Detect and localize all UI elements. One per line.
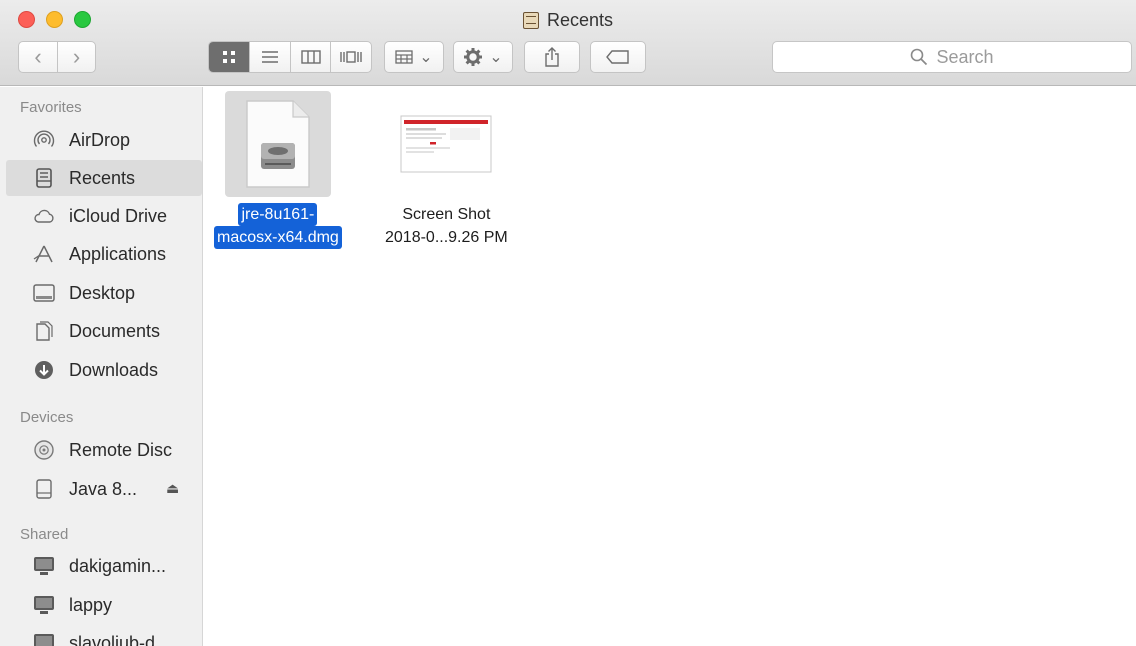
downloads-icon xyxy=(35,361,53,379)
file-name-line1: Screen Shot xyxy=(402,206,491,223)
window-title: Recents xyxy=(0,10,1136,31)
coverflow-icon xyxy=(340,51,362,63)
search-placeholder: Search xyxy=(936,46,994,67)
tag-icon xyxy=(606,50,629,64)
chevron-down-icon: ⌄ xyxy=(419,49,433,66)
action-button[interactable]: ⌄ xyxy=(453,41,513,73)
sidebar: Favorites AirDrop Recents iCloud Drive A… xyxy=(0,87,203,646)
title-toolbar-bar: Recents ‹ › ⌄ ⌄ Search xyxy=(0,0,1136,86)
sidebar-item-remote-disc[interactable]: Remote Disc xyxy=(6,432,202,468)
sidebar-item-label: Documents xyxy=(69,320,161,341)
file-thumbnail[interactable] xyxy=(224,91,331,197)
airdrop-icon xyxy=(33,130,55,147)
sidebar-item-documents[interactable]: Documents xyxy=(6,313,202,349)
dmg-file-icon xyxy=(246,100,310,188)
view-mode-control xyxy=(208,41,372,73)
gear-icon xyxy=(464,48,483,66)
sidebar-item-java-volume[interactable]: Java 8... ⏏ xyxy=(6,471,202,507)
list-view-button[interactable] xyxy=(249,42,290,72)
file-name-line1: jre-8u161- xyxy=(238,203,318,226)
sidebar-item-label: Java 8... xyxy=(69,478,138,499)
column-view-button[interactable] xyxy=(289,42,331,72)
file-name-line2: 2018-0...9.26 PM xyxy=(385,229,508,246)
file-thumbnail[interactable] xyxy=(393,91,499,197)
recents-icon xyxy=(36,168,52,188)
sidebar-item-lappy[interactable]: lappy xyxy=(6,587,202,623)
sidebar-item-applications[interactable]: Applications xyxy=(6,236,202,272)
file-name-line2: macosx-x64.dmg xyxy=(214,226,342,249)
sidebar-heading-favorites: Favorites xyxy=(20,99,82,116)
share-button[interactable] xyxy=(524,41,580,73)
arrange-grid-icon xyxy=(395,50,413,64)
applications-icon xyxy=(33,245,53,263)
file-item-screenshot[interactable]: Screen Shot 2018-0...9.26 PM xyxy=(382,91,511,249)
navigation-buttons: ‹ › xyxy=(18,41,96,73)
arrange-button[interactable]: ⌄ xyxy=(384,41,444,73)
search-input[interactable]: Search xyxy=(772,41,1132,73)
sidebar-item-dakigamin[interactable]: dakigamin... xyxy=(6,548,202,584)
sidebar-item-label: iCloud Drive xyxy=(69,205,168,226)
forward-button[interactable]: › xyxy=(56,42,95,72)
share-icon xyxy=(545,47,559,67)
drive-icon xyxy=(36,479,52,499)
sidebar-item-desktop[interactable]: Desktop xyxy=(6,275,202,311)
documents-icon xyxy=(36,321,53,341)
sidebar-item-label: dakigamin... xyxy=(69,555,167,576)
columns-icon xyxy=(301,50,321,64)
sidebar-item-slavoljub[interactable]: slavoljub-d... xyxy=(6,625,202,646)
sidebar-item-label: Desktop xyxy=(69,282,136,303)
sidebar-item-downloads[interactable]: Downloads xyxy=(6,352,202,388)
window-title-text: Recents xyxy=(546,10,614,30)
sidebar-item-recents[interactable]: Recents xyxy=(6,160,202,196)
tag-button[interactable] xyxy=(590,41,646,73)
file-item-dmg[interactable]: jre-8u161- macosx-x64.dmg xyxy=(214,91,342,249)
sidebar-item-label: Recents xyxy=(69,167,136,188)
sidebar-heading-devices: Devices xyxy=(20,409,74,426)
file-name[interactable]: jre-8u161- macosx-x64.dmg xyxy=(214,203,342,249)
back-button[interactable]: ‹ xyxy=(19,42,57,72)
list-icon xyxy=(262,51,279,63)
icon-view-button[interactable] xyxy=(209,42,250,72)
sidebar-item-airdrop[interactable]: AirDrop xyxy=(6,122,202,158)
sidebar-item-label: Applications xyxy=(69,243,167,264)
desktop-icon xyxy=(33,284,55,302)
sidebar-item-label: slavoljub-d... xyxy=(69,632,171,646)
computer-icon xyxy=(34,634,54,646)
computer-icon xyxy=(34,557,54,575)
sidebar-item-label: Remote Disc xyxy=(69,439,173,460)
sidebar-item-label: lappy xyxy=(69,594,113,615)
sidebar-item-label: Downloads xyxy=(69,359,159,380)
icon-grid-icon xyxy=(223,51,236,63)
gallery-view-button[interactable] xyxy=(330,42,371,72)
cloud-icon xyxy=(34,209,54,223)
eject-icon[interactable]: ⏏ xyxy=(166,480,179,497)
computer-icon xyxy=(34,596,54,614)
disc-icon xyxy=(34,440,54,460)
chevron-down-icon: ⌄ xyxy=(489,49,503,66)
sidebar-item-label: AirDrop xyxy=(69,129,131,150)
sidebar-heading-shared: Shared xyxy=(20,526,69,543)
finder-window: Recents ‹ › ⌄ ⌄ Search Favorites AirDrop… xyxy=(0,0,1136,646)
search-icon xyxy=(911,48,928,66)
screenshot-thumbnail xyxy=(400,115,492,173)
file-name[interactable]: Screen Shot 2018-0...9.26 PM xyxy=(382,203,511,249)
recents-icon xyxy=(522,12,539,29)
file-browser-area: jre-8u161- macosx-x64.dmg Screen Shot 20… xyxy=(204,87,1136,646)
sidebar-item-icloud-drive[interactable]: iCloud Drive xyxy=(6,198,202,234)
